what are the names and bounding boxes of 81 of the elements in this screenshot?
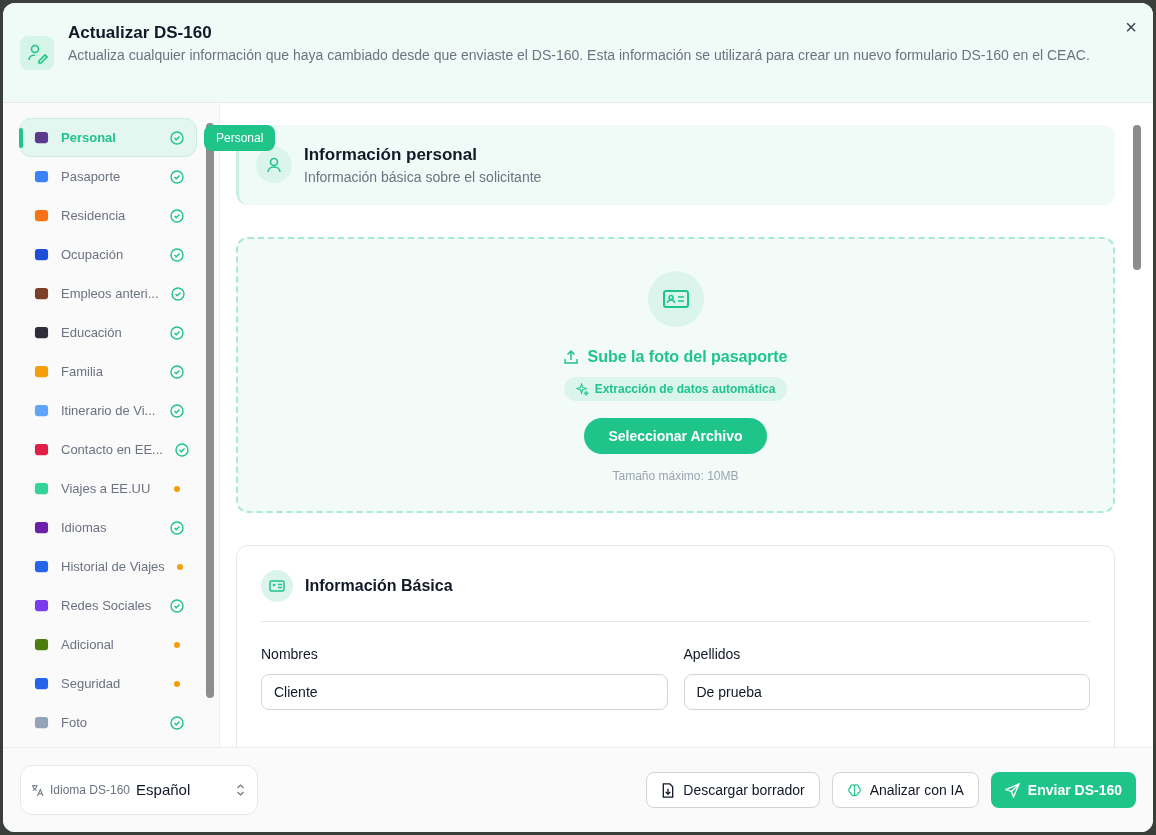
section-icon [34,364,49,379]
upload-title: Sube la foto del pasaporte [587,347,788,367]
section-icon [34,481,49,496]
card-title: Información Básica [305,576,453,596]
sidebar-label: Residencia [61,206,127,225]
sidebar-label: Empleos anteri... [61,284,159,303]
id-card-icon [647,271,704,327]
feature-badge: Extracción de datos automática [563,377,788,401]
sidebar-item[interactable]: Residencia [19,196,197,235]
upload-hint: Tamaño máximo: 10MB [612,468,739,485]
sidebar-item[interactable]: Empleos anteri... [19,274,197,313]
sidebar-label: Idiomas [61,518,108,537]
scrollbar[interactable] [206,123,214,698]
sidebar-label: Redes Sociales [61,596,153,615]
translate-icon [31,783,44,797]
section-icon [34,442,49,457]
footer-button[interactable]: Descargar borrador [646,772,820,808]
user-edit-icon [20,36,54,70]
scrollbar[interactable] [1133,125,1141,270]
sidebar-item[interactable]: Historial de Viajes [19,547,197,586]
section-icon [34,676,49,691]
input-field[interactable]: Cliente [261,674,668,710]
sidebar-label: Familia [61,362,104,381]
sidebar-item[interactable]: Contacto en EE... [19,430,197,469]
sidebar-label: Contacto en EE... [61,440,163,459]
sparkles-icon [575,382,589,396]
sidebar-label: Personal [61,128,117,147]
field-label: Apellidos [683,645,742,664]
section-icon [34,286,49,301]
file-download-icon [661,782,676,798]
sidebar-item[interactable]: Itinerario de Vi... [19,391,197,430]
sidebar-label: Historial de Viajes [61,557,165,576]
brain-icon [846,782,862,798]
sidebar-label: Foto [61,713,88,732]
section-icon [34,208,49,223]
chevron-updown-icon [236,784,245,796]
sidebar-item[interactable]: Redes Sociales [19,586,197,625]
sidebar-item[interactable]: Foto [19,703,197,742]
section-icon [34,637,49,652]
section-icon [34,130,49,145]
dialog-title: Actualizar DS-160 [68,22,213,44]
sidebar-item[interactable]: Adicional [19,625,197,664]
sidebar-item[interactable]: Ocupación [19,235,197,274]
section-subtitle: Información básica sobre el solicitante [304,168,542,188]
sidebar-label: Pasaporte [61,167,122,186]
upload-icon [563,349,580,365]
section-icon [34,169,49,184]
sidebar-item[interactable]: Pasaporte [19,157,197,196]
language-value: Español [136,779,192,800]
section-icon [34,247,49,262]
sidebar-item[interactable]: Educación [19,313,197,352]
dialog-description: Actualiza cualquier información que haya cambiado desde que enviaste el DS-160. Esta información se utilizará para crear un nuevo formulario DS-160 en el CEAC. [68,46,1091,65]
sidebar-label: Viajes a EE.UU [61,479,152,498]
footer-button[interactable]: Analizar con IA [831,772,979,808]
section-icon [34,715,49,730]
language-select[interactable]: Idioma DS-160 Español [20,765,258,815]
section-icon [34,520,49,535]
tooltip: Personal [204,125,276,151]
section-icon [34,598,49,613]
field-label: Nombres [261,645,319,664]
language-label: Idioma DS-160 [50,782,131,799]
sidebar-item[interactable]: Seguridad [19,664,197,703]
user-icon [256,147,292,183]
section-icon [34,559,49,574]
sidebar-label: Seguridad [61,674,122,693]
section-icon [34,325,49,340]
input-field[interactable]: De prueba [683,674,1090,710]
sidebar-label: Educación [61,323,123,342]
send-icon [1004,782,1020,798]
sidebar-label: Itinerario de Vi... [61,401,157,420]
close-button[interactable]: × [1125,17,1137,37]
sidebar-label: Adicional [61,635,115,654]
upload-dropzone[interactable]: Sube la foto del pasaporte Extracción de datos automática Seleccionar Archivo Tamaño máximo: 10MB [236,237,1115,513]
id-card-icon [261,570,293,602]
section-title: Información personal [304,143,478,166]
section-icon [34,403,49,418]
sidebar-item[interactable]: Idiomas [19,508,197,547]
sidebar-item[interactable]: Viajes a EE.UU [19,469,197,508]
sidebar-item[interactable]: Familia [19,352,197,391]
active-indicator [19,128,23,148]
sidebar-label: Ocupación [61,245,125,264]
